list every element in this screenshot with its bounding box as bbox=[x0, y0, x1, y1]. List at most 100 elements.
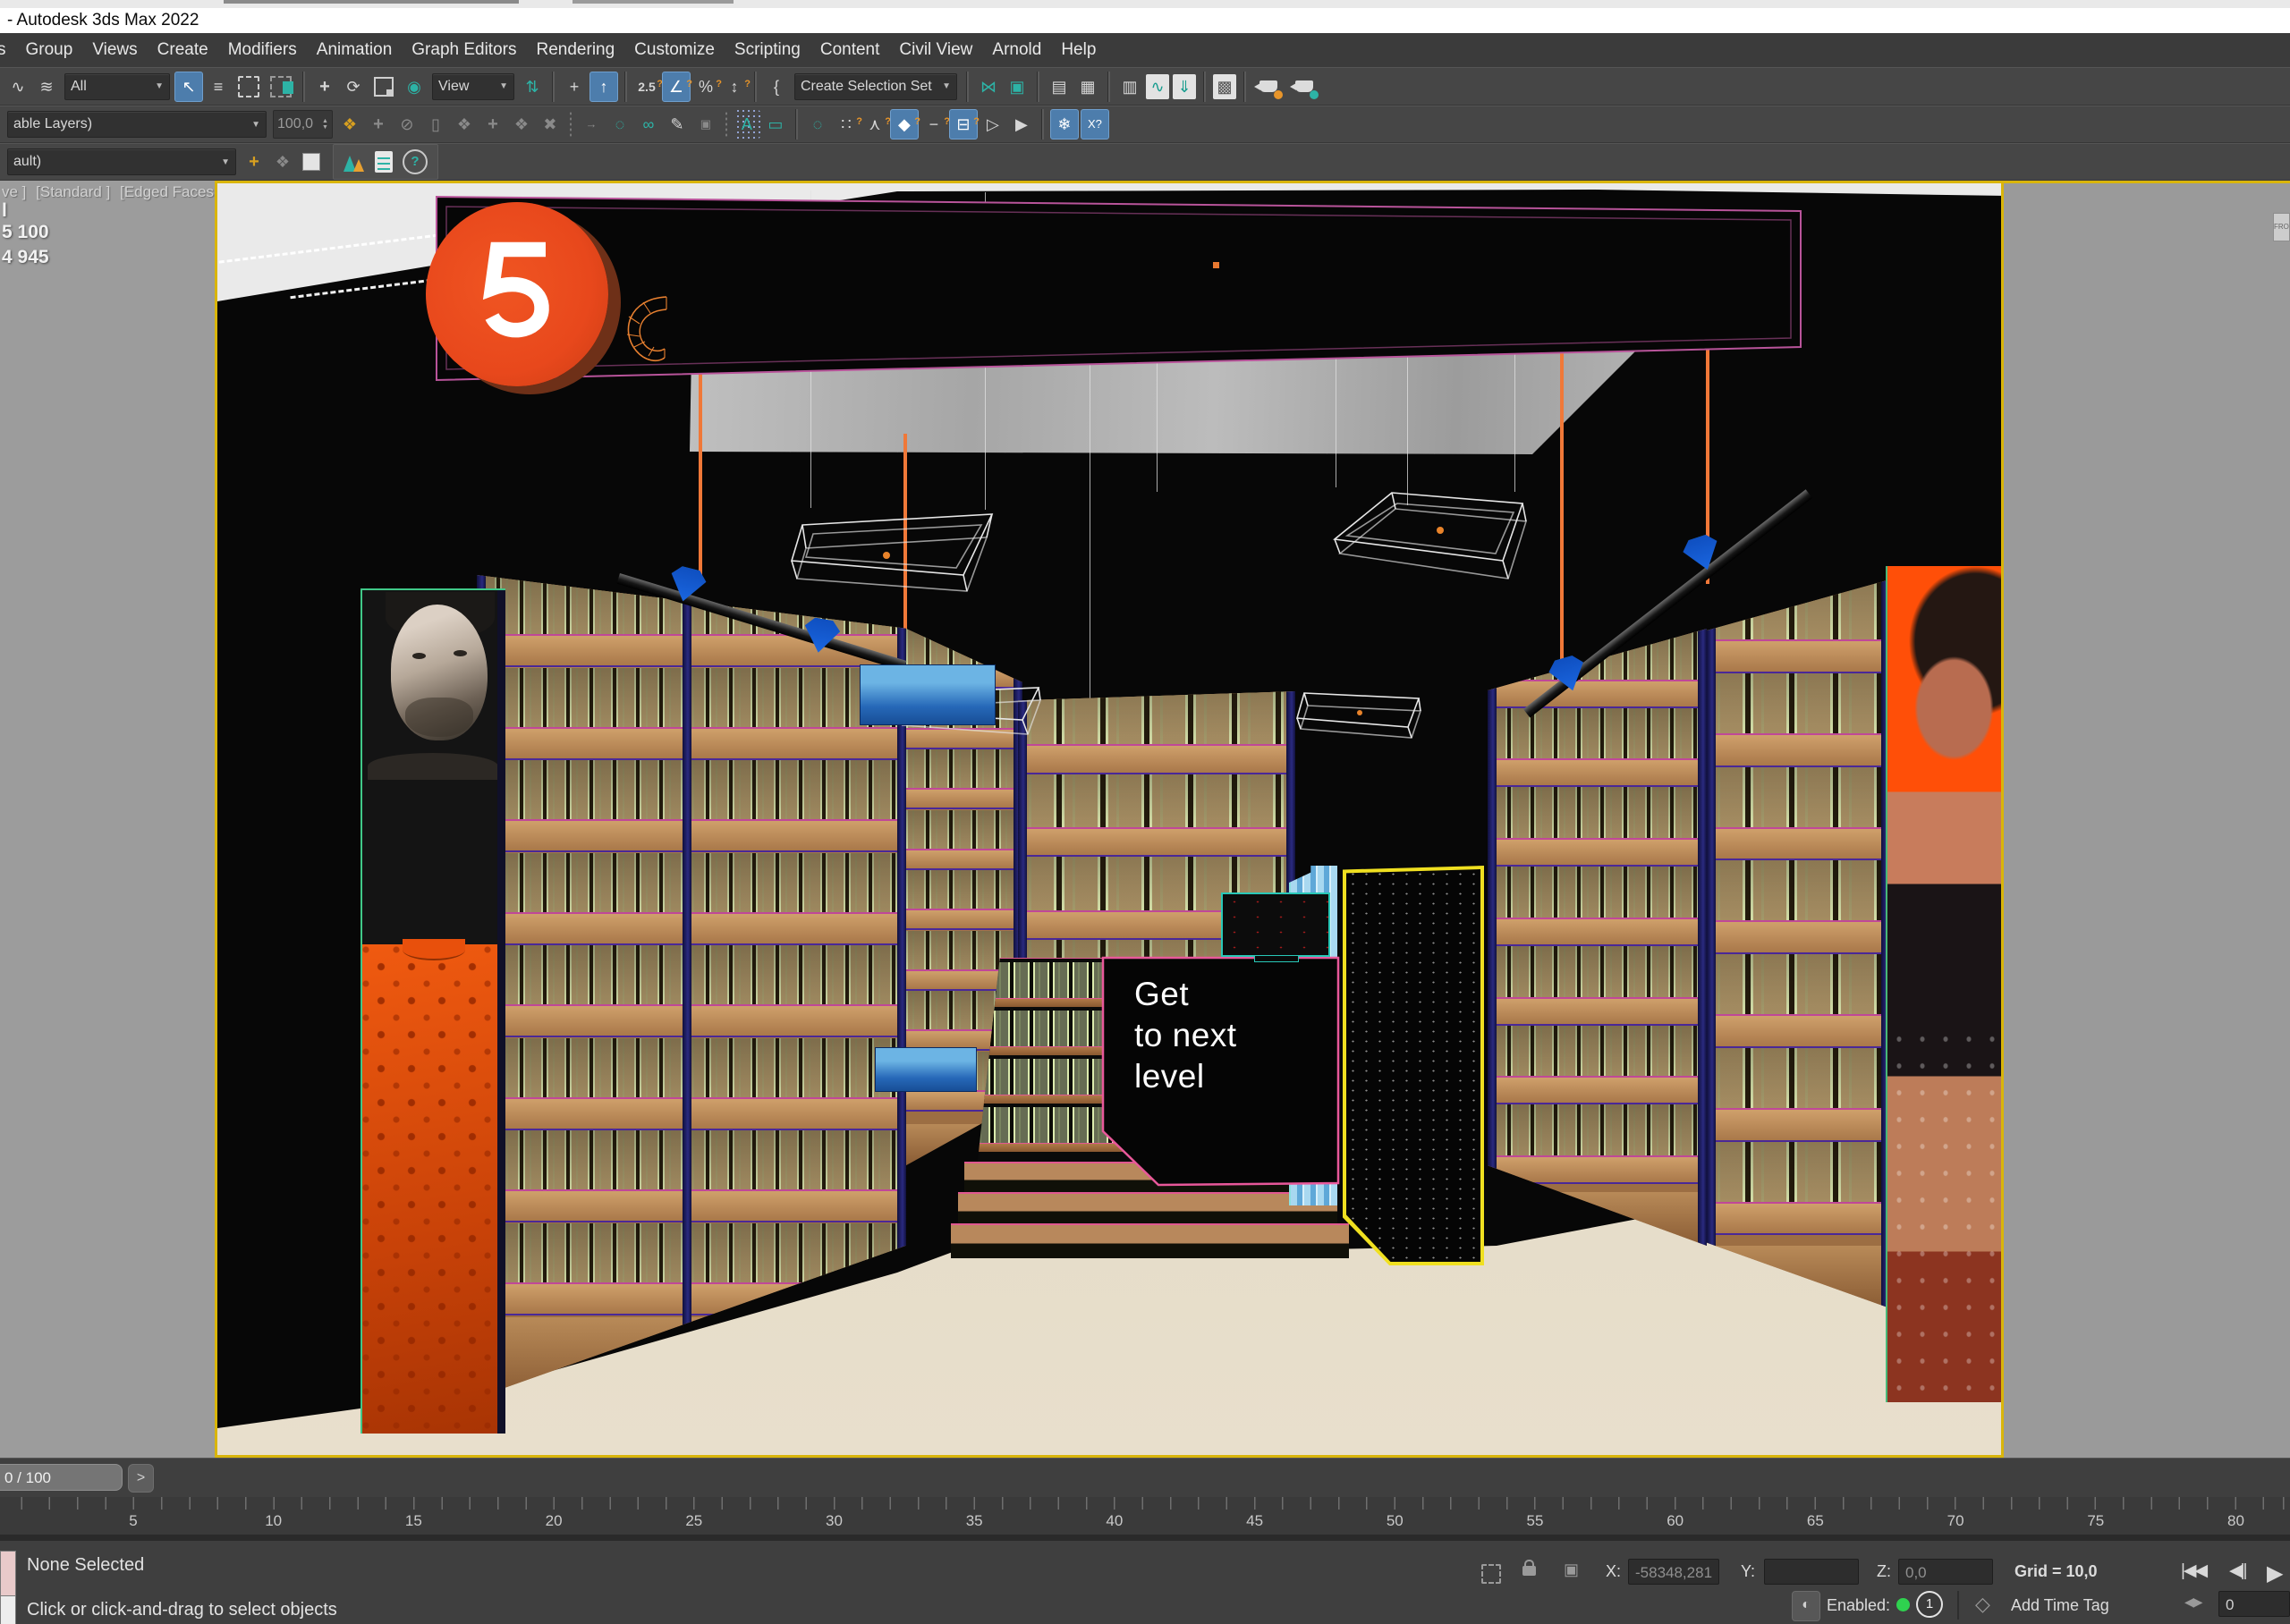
box-flow-icon[interactable]: ▣ bbox=[692, 110, 719, 139]
menu-item-civil-view[interactable]: Civil View bbox=[889, 40, 982, 60]
layer-list-button[interactable]: ❖ bbox=[269, 148, 296, 176]
populate-trees-icon[interactable] bbox=[343, 152, 366, 172]
pick-layer-button[interactable]: ▯ bbox=[422, 110, 449, 139]
layer-stack-button[interactable]: ❖ bbox=[451, 110, 478, 139]
selection-filter-dropdown[interactable]: All▼ bbox=[64, 73, 170, 100]
move-snap-toggle[interactable]: ◆? bbox=[890, 109, 919, 140]
menu-item-s[interactable]: s bbox=[0, 40, 16, 60]
selection-lock-icon[interactable] bbox=[1522, 1566, 1536, 1576]
maxscript-mini-listener-white[interactable] bbox=[0, 1595, 16, 1624]
play-button[interactable]: ▶ bbox=[2267, 1561, 2281, 1586]
menu-item-views[interactable]: Views bbox=[82, 40, 147, 60]
named-selection-sets-button[interactable]: { bbox=[763, 72, 790, 101]
opacity-spinner[interactable]: 100,0▲▼ bbox=[273, 110, 333, 139]
select-and-move-button[interactable]: + bbox=[311, 72, 338, 101]
rendered-frame-button[interactable] bbox=[1290, 72, 1320, 101]
absolute-offset-toggle[interactable]: ▣ bbox=[1564, 1561, 1579, 1579]
viewport-left-region[interactable]: ve ] [Standard ] [Edged Faces ] l 5 100 … bbox=[0, 181, 215, 1458]
mirror-button[interactable]: ⋈ bbox=[975, 72, 1002, 101]
remove-from-layer-button[interactable]: ✖ bbox=[537, 110, 564, 139]
spinner-snap-toggle[interactable]: ↕? bbox=[721, 72, 748, 101]
notes-document-icon[interactable] bbox=[375, 151, 393, 173]
render-setup-button[interactable] bbox=[1254, 72, 1285, 101]
next-frame-button[interactable]: > bbox=[128, 1464, 154, 1493]
ref-coord-dropdown[interactable]: View▼ bbox=[432, 73, 514, 100]
align-button[interactable]: ▣ bbox=[1004, 72, 1030, 101]
percent-snap-toggle[interactable]: %? bbox=[692, 72, 719, 101]
clear-snap-toggle[interactable]: X? bbox=[1081, 109, 1109, 140]
grid-snap-icon[interactable]: ∷? bbox=[833, 110, 860, 139]
help-circle-icon[interactable]: ? bbox=[403, 149, 428, 174]
select-and-rotate-button[interactable]: ⟳ bbox=[340, 72, 367, 101]
menu-item-animation[interactable]: Animation bbox=[307, 40, 403, 60]
spheres-icon[interactable]: ∞ bbox=[635, 110, 662, 139]
select-object-button[interactable]: ↖ bbox=[174, 72, 203, 102]
material-editor-button[interactable]: ▩ bbox=[1213, 74, 1236, 99]
menu-item-arnold[interactable]: Arnold bbox=[982, 40, 1051, 60]
maxscript-mini-listener[interactable] bbox=[0, 1551, 16, 1597]
select-and-manipulate-button[interactable]: + bbox=[561, 72, 588, 101]
select-layer-objects-button[interactable]: ❖ bbox=[508, 110, 535, 139]
z-coordinate-field[interactable]: 0,0 bbox=[1898, 1559, 1993, 1585]
dashed-circle-icon[interactable]: ◌ bbox=[606, 110, 633, 139]
selection-set-dropdown[interactable]: Create Selection Set▼ bbox=[794, 73, 957, 100]
angle-snap-toggle[interactable]: ∠? bbox=[662, 72, 691, 102]
add-selection-to-layer-button[interactable]: + bbox=[241, 148, 267, 176]
menu-item-help[interactable]: Help bbox=[1051, 40, 1106, 60]
frame-spinner-arrows[interactable]: ◀▶ bbox=[2184, 1594, 2202, 1610]
isolate-selection-icon[interactable] bbox=[1481, 1564, 1501, 1584]
window-crossing-toggle[interactable] bbox=[270, 76, 292, 97]
transform-arrow-icon[interactable]: → bbox=[578, 110, 605, 139]
color-swatch[interactable] bbox=[302, 153, 320, 171]
timeline-ruler[interactable]: 5101520253035404550556065707580 bbox=[0, 1497, 2290, 1535]
next-key-icon[interactable]: ▶ bbox=[1008, 110, 1035, 139]
scene-explorer-button[interactable]: ▤ bbox=[1046, 72, 1073, 101]
current-frame-field[interactable]: 0 bbox=[2218, 1591, 2290, 1617]
grid-align-a-icon[interactable]: A bbox=[734, 110, 760, 139]
go-to-start-button[interactable]: |◀◀ bbox=[2181, 1561, 2206, 1581]
active-layer-dropdown[interactable]: ault)▼ bbox=[7, 148, 236, 175]
menu-item-content[interactable]: Content bbox=[810, 40, 890, 60]
menu-item-customize[interactable]: Customize bbox=[624, 40, 725, 60]
menu-item-graph-editors[interactable]: Graph Editors bbox=[402, 40, 526, 60]
edit-page-icon[interactable]: ✎ bbox=[664, 110, 691, 139]
viewcube[interactable]: FRON bbox=[2273, 213, 2290, 241]
add-time-tag[interactable]: Add Time Tag bbox=[2011, 1596, 2109, 1615]
delete-layer-button[interactable]: ⊘ bbox=[394, 110, 420, 139]
add-to-layer-button[interactable]: + bbox=[479, 110, 506, 139]
select-by-name-button[interactable]: ≡ bbox=[205, 72, 232, 101]
viewport-right-region[interactable]: FRON bbox=[2004, 181, 2290, 1458]
curve-editor-button[interactable]: ∿ bbox=[1146, 74, 1169, 99]
layer-manager-button[interactable]: ❖ bbox=[336, 110, 363, 139]
pivot-center-button[interactable]: ◉ bbox=[401, 72, 428, 101]
spinner-arrows-icon[interactable]: ▲▼ bbox=[322, 118, 328, 131]
layers-dropdown[interactable]: able Layers)▼ bbox=[7, 111, 267, 138]
ribbon-toggle-button[interactable]: ▥ bbox=[1116, 72, 1143, 101]
menu-item-modifiers[interactable]: Modifiers bbox=[218, 40, 307, 60]
layer-explorer-button[interactable]: ▦ bbox=[1074, 72, 1101, 101]
select-and-link-icon[interactable]: ∿ bbox=[4, 72, 31, 101]
snaps-toggle-button[interactable]: 2.5? bbox=[633, 72, 660, 101]
x-coordinate-field[interactable]: -58348,281 bbox=[1628, 1559, 1719, 1585]
bind-to-spacewarp-icon[interactable]: ≋ bbox=[33, 72, 60, 101]
perspective-viewport[interactable]: Get to next level bbox=[215, 181, 2004, 1458]
time-slider[interactable]: 0 / 100 bbox=[0, 1464, 123, 1491]
schematic-view-button[interactable]: ⇓ bbox=[1173, 74, 1196, 99]
y-coordinate-field[interactable] bbox=[1764, 1559, 1859, 1585]
next-key-outline-icon[interactable]: ▷ bbox=[980, 110, 1006, 139]
ik-chain-icon[interactable]: ⋏? bbox=[861, 110, 888, 139]
previous-frame-button[interactable]: ◀|| bbox=[2229, 1561, 2245, 1581]
key-filter-badge[interactable]: 1 bbox=[1916, 1591, 1943, 1618]
keyboard-override-toggle[interactable]: ↑ bbox=[589, 72, 618, 102]
freeze-snap-toggle[interactable]: ❄ bbox=[1050, 109, 1079, 140]
menu-item-group[interactable]: Group bbox=[16, 40, 83, 60]
use-center-button[interactable]: ⇅ bbox=[519, 72, 546, 101]
measure-ruler-icon[interactable]: ▭ bbox=[762, 110, 789, 139]
slider-snap-toggle[interactable]: ⊟? bbox=[949, 109, 978, 140]
menu-item-scripting[interactable]: Scripting bbox=[725, 40, 810, 60]
dashed-circle-select-icon[interactable]: ◌ bbox=[804, 110, 831, 139]
create-layer-button[interactable]: + bbox=[365, 110, 392, 139]
offset-snap-icon[interactable]: −? bbox=[920, 110, 947, 139]
rect-selection-region-button[interactable] bbox=[238, 76, 259, 97]
select-and-scale-button[interactable] bbox=[374, 77, 394, 97]
